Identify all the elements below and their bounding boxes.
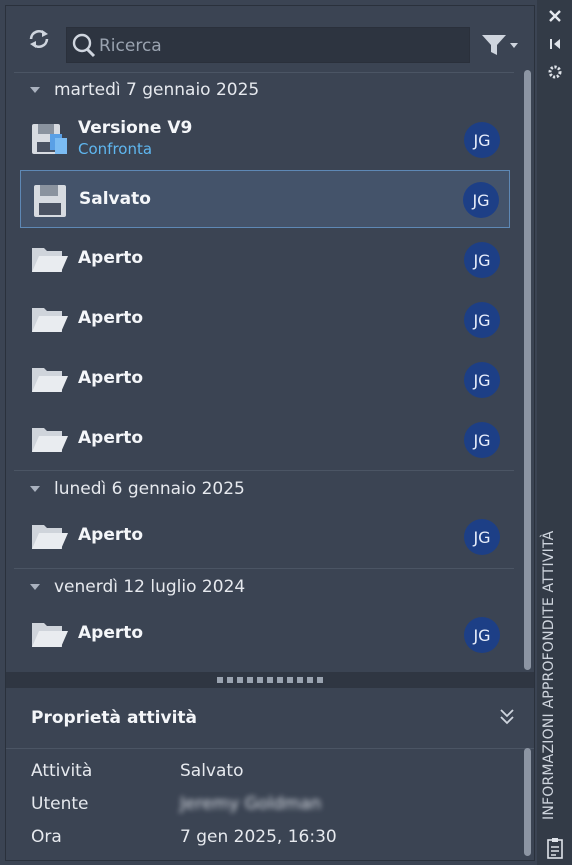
- clipboard-icon[interactable]: [537, 836, 572, 860]
- divider: [14, 470, 514, 471]
- divider: [14, 72, 514, 73]
- refresh-icon[interactable]: [26, 26, 52, 52]
- filter-icon[interactable]: [480, 32, 522, 58]
- collapse-caret-icon[interactable]: [30, 486, 40, 492]
- folder-open-icon: [32, 428, 68, 452]
- avatar: JG: [463, 182, 499, 218]
- list-item[interactable]: Aperto JG: [20, 507, 510, 565]
- scrollbar-thumb[interactable]: [524, 748, 531, 856]
- properties-scrollbar[interactable]: [522, 748, 532, 858]
- avatar: JG: [464, 122, 500, 158]
- property-label: Utente: [31, 794, 89, 814]
- list-scrollbar[interactable]: [522, 70, 532, 672]
- folder-open-icon: [32, 248, 68, 272]
- avatar: JG: [464, 242, 500, 278]
- property-label: Ora: [31, 827, 62, 847]
- folder-open-icon: [32, 368, 68, 392]
- avatar: JG: [464, 302, 500, 338]
- group-header-jan-7[interactable]: martedì 7 gennaio 2025: [30, 78, 259, 102]
- version-save-icon: [32, 124, 67, 154]
- folder-open-icon: [32, 525, 68, 549]
- folder-open-icon: [32, 308, 68, 332]
- property-value-user: Jeremy Goldman: [180, 794, 322, 814]
- list-item[interactable]: Versione V9 Confronta JG: [20, 110, 510, 168]
- activity-properties-panel: Proprietà attività Attività Salvato Uten…: [6, 688, 534, 860]
- properties-title: Proprietà attività: [31, 708, 198, 728]
- avatar: JG: [464, 422, 500, 458]
- property-value: 7 gen 2025, 16:30: [180, 827, 337, 847]
- folder-open-icon: [32, 623, 68, 647]
- compare-link[interactable]: Confronta: [78, 140, 152, 158]
- list-item[interactable]: Aperto JG: [20, 290, 510, 348]
- list-item[interactable]: Aperto JG: [20, 350, 510, 408]
- collapse-double-chevron-icon[interactable]: [498, 706, 516, 728]
- avatar: JG: [464, 617, 500, 653]
- property-label: Attività: [31, 761, 93, 781]
- scrollbar-thumb[interactable]: [524, 70, 531, 670]
- divider: [14, 568, 514, 569]
- close-icon[interactable]: [537, 4, 572, 28]
- group-header-jul-12[interactable]: venerdì 12 luglio 2024: [30, 575, 245, 599]
- settings-icon[interactable]: [537, 60, 572, 84]
- avatar: JG: [464, 519, 500, 555]
- list-item[interactable]: Aperto JG: [20, 230, 510, 288]
- collapse-caret-icon[interactable]: [30, 87, 40, 93]
- collapse-caret-icon[interactable]: [30, 584, 40, 590]
- dock-icon[interactable]: [537, 32, 572, 56]
- property-value: Salvato: [180, 761, 244, 781]
- floppy-disk-icon: [34, 185, 66, 217]
- group-header-jan-6[interactable]: lunedì 6 gennaio 2025: [30, 477, 245, 501]
- activity-list: martedì 7 gennaio 2025 Versione V9 Confr…: [6, 70, 520, 672]
- search-icon: [69, 30, 99, 60]
- list-item[interactable]: Aperto JG: [20, 410, 510, 468]
- panel-splitter-handle[interactable]: [6, 672, 534, 688]
- properties-header[interactable]: Proprietà attività: [6, 688, 534, 749]
- search-input[interactable]: [97, 28, 461, 64]
- toolbar: [6, 6, 534, 68]
- list-item-selected[interactable]: Salvato JG: [20, 170, 510, 228]
- list-item[interactable]: Aperto JG: [20, 605, 510, 663]
- avatar: JG: [464, 362, 500, 398]
- search-box[interactable]: [66, 27, 470, 64]
